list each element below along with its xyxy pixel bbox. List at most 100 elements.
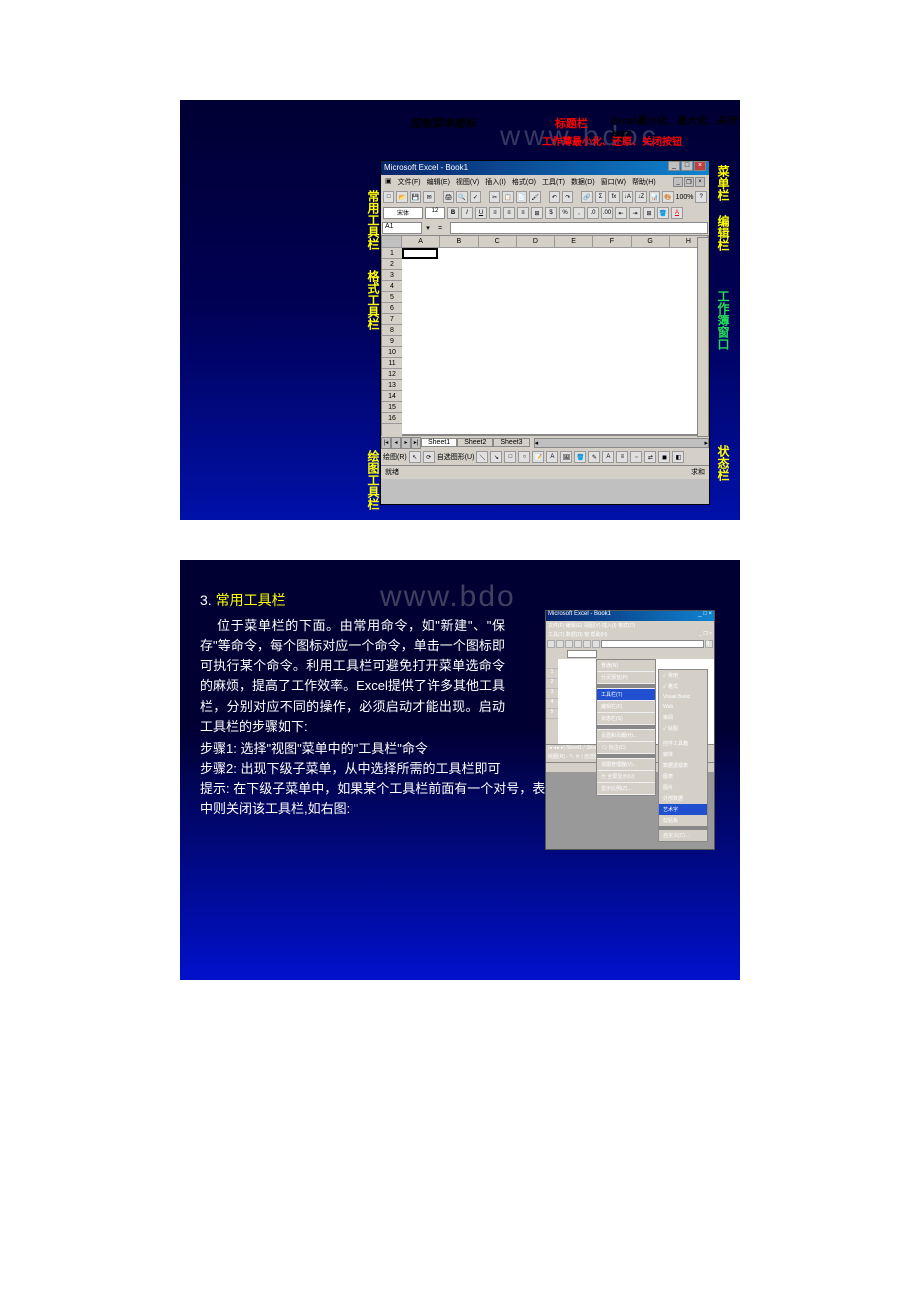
select-all-button[interactable] xyxy=(382,236,402,247)
menu-insert[interactable]: 插入(I) xyxy=(485,177,506,187)
align-center-icon[interactable]: ≡ xyxy=(503,207,515,219)
col-header-c[interactable]: C xyxy=(479,236,517,247)
row-headers[interactable]: 1 2 3 4 5 6 7 8 9 10 11 12 13 14 15 16 xyxy=(382,248,402,436)
formula-bar[interactable] xyxy=(450,222,708,234)
cell-grid[interactable] xyxy=(402,248,708,436)
new-icon[interactable]: □ xyxy=(383,191,394,203)
textbox-icon[interactable]: 📝 xyxy=(532,451,544,463)
worksheet-area[interactable]: A B C D E F G H 1 2 3 4 5 6 7 8 xyxy=(381,235,709,435)
col-header-b[interactable]: B xyxy=(440,236,478,247)
arrow-icon[interactable]: ↘ xyxy=(490,451,502,463)
oval-icon[interactable]: ○ xyxy=(518,451,530,463)
arrowstyle-icon[interactable]: ⇄ xyxy=(644,451,656,463)
sheet-tab-1[interactable]: Sheet1 xyxy=(421,438,457,447)
underline-icon[interactable]: U xyxy=(475,207,487,219)
horizontal-scrollbar[interactable]: ◂▸ xyxy=(534,438,709,448)
menu-file[interactable]: 文件(F) xyxy=(398,177,421,187)
col-header-e[interactable]: E xyxy=(555,236,593,247)
sheet-tab-2[interactable]: Sheet2 xyxy=(457,438,493,447)
fontcolor2-icon[interactable]: A xyxy=(602,451,614,463)
fillcolor2-icon[interactable]: 🪣 xyxy=(574,451,586,463)
doc-restore-button[interactable]: ❐ xyxy=(684,177,694,187)
mail-icon[interactable]: ✉ xyxy=(423,191,434,203)
tab-prev-icon[interactable]: ◂ xyxy=(391,437,401,449)
col-header-g[interactable]: G xyxy=(632,236,670,247)
sheet-tab-3[interactable]: Sheet3 xyxy=(493,438,529,447)
tab-next-icon[interactable]: ▸ xyxy=(401,437,411,449)
rect-icon[interactable]: □ xyxy=(504,451,516,463)
help-icon[interactable]: ? xyxy=(695,191,706,203)
undo-icon[interactable]: ↶ xyxy=(549,191,560,203)
copy-icon[interactable]: 📋 xyxy=(502,191,513,203)
menu-help[interactable]: 帮助(H) xyxy=(632,177,656,187)
doc-minimize-button[interactable]: _ xyxy=(673,177,683,187)
zoom-value[interactable]: 100% xyxy=(676,194,694,201)
name-box[interactable]: A1 xyxy=(382,222,422,234)
close-button[interactable]: × xyxy=(694,161,706,171)
menu-bar[interactable]: ▣ 文件(F) 编辑(E) 视图(V) 插入(I) 格式(O) 工具(T) 数据… xyxy=(381,175,709,189)
3d-icon[interactable]: ◧ xyxy=(672,451,684,463)
dashstyle-icon[interactable]: ┄ xyxy=(630,451,642,463)
minimize-button[interactable]: _ xyxy=(668,161,680,171)
preview-icon[interactable]: 🔍 xyxy=(456,191,467,203)
menu-edit[interactable]: 编辑(E) xyxy=(427,177,450,187)
fx-icon[interactable]: fx xyxy=(608,191,619,203)
sort-asc-icon[interactable]: ↓A xyxy=(622,191,633,203)
format-painter-icon[interactable]: 🖌 xyxy=(529,191,540,203)
doc-close-button[interactable]: × xyxy=(695,177,705,187)
vertical-scrollbar[interactable] xyxy=(697,237,709,437)
italic-icon[interactable]: I xyxy=(461,207,473,219)
comma-icon[interactable]: , xyxy=(573,207,585,219)
dec-decimal-icon[interactable]: .00 xyxy=(601,207,613,219)
bold-icon[interactable]: B xyxy=(447,207,459,219)
merge-icon[interactable]: ⊞ xyxy=(531,207,543,219)
currency-icon[interactable]: $ xyxy=(545,207,557,219)
redo-icon[interactable]: ↷ xyxy=(562,191,573,203)
line-icon[interactable]: ＼ xyxy=(476,451,488,463)
align-left-icon[interactable]: ≡ xyxy=(489,207,501,219)
draw-menu[interactable]: 绘图(R) xyxy=(383,452,407,462)
save-icon[interactable]: 💾 xyxy=(410,191,421,203)
print-icon[interactable]: 🖨 xyxy=(443,191,454,203)
fontsize-selector[interactable]: 12 xyxy=(425,207,445,219)
title-bar[interactable]: Microsoft Excel - Book1 _ □ × xyxy=(381,161,709,175)
borders-icon[interactable]: ⊞ xyxy=(643,207,655,219)
autoshapes-menu[interactable]: 自选图形(U) xyxy=(437,452,475,462)
drawing-icon[interactable]: 🎨 xyxy=(662,191,673,203)
tab-last-icon[interactable]: ▸| xyxy=(411,437,421,449)
col-header-a[interactable]: A xyxy=(402,236,440,247)
menu-data[interactable]: 数据(D) xyxy=(571,177,595,187)
shadow-icon[interactable]: ◼ xyxy=(658,451,670,463)
open-icon[interactable]: 📂 xyxy=(396,191,407,203)
col-header-d[interactable]: D xyxy=(517,236,555,247)
sum-icon[interactable]: Σ xyxy=(595,191,606,203)
mini-toolbars-submenu[interactable]: 常用 格式 Visual Basic Web 审阅 绘图 控件工具箱 窗体 数据… xyxy=(658,669,708,842)
align-right-icon[interactable]: ≡ xyxy=(517,207,529,219)
linestyle-icon[interactable]: ≡ xyxy=(616,451,628,463)
menu-format[interactable]: 格式(O) xyxy=(512,177,536,187)
linecolor-icon[interactable]: ✎ xyxy=(588,451,600,463)
wordart-icon[interactable]: A xyxy=(546,451,558,463)
mini-view-menu[interactable]: 普通(N) 分页预览(P) 工具栏(T) 编辑栏(F) 状态栏(S) 页眉和页脚… xyxy=(596,659,656,796)
fillcolor-icon[interactable]: 🪣 xyxy=(657,207,669,219)
clipart-icon[interactable]: 🖼 xyxy=(560,451,572,463)
active-cell[interactable] xyxy=(402,248,438,259)
inc-indent-icon[interactable]: ⇥ xyxy=(629,207,641,219)
col-header-f[interactable]: F xyxy=(593,236,631,247)
rotate-icon[interactable]: ⟳ xyxy=(423,451,435,463)
inc-decimal-icon[interactable]: .0 xyxy=(587,207,599,219)
font-selector[interactable]: 宋体 xyxy=(383,207,423,219)
cut-icon[interactable]: ✂ xyxy=(489,191,500,203)
tab-first-icon[interactable]: |◂ xyxy=(381,437,391,449)
hyperlink-icon[interactable]: 🔗 xyxy=(581,191,592,203)
fontcolor-icon[interactable]: A xyxy=(671,207,683,219)
percent-icon[interactable]: % xyxy=(559,207,571,219)
dec-indent-icon[interactable]: ⇤ xyxy=(615,207,627,219)
maximize-button[interactable]: □ xyxy=(681,161,693,171)
menu-view[interactable]: 视图(V) xyxy=(456,177,479,187)
select-objects-icon[interactable]: ↖ xyxy=(409,451,421,463)
spell-icon[interactable]: ✓ xyxy=(470,191,481,203)
sort-desc-icon[interactable]: ↓Z xyxy=(635,191,646,203)
chart-icon[interactable]: 📊 xyxy=(649,191,660,203)
menu-tools[interactable]: 工具(T) xyxy=(542,177,565,187)
